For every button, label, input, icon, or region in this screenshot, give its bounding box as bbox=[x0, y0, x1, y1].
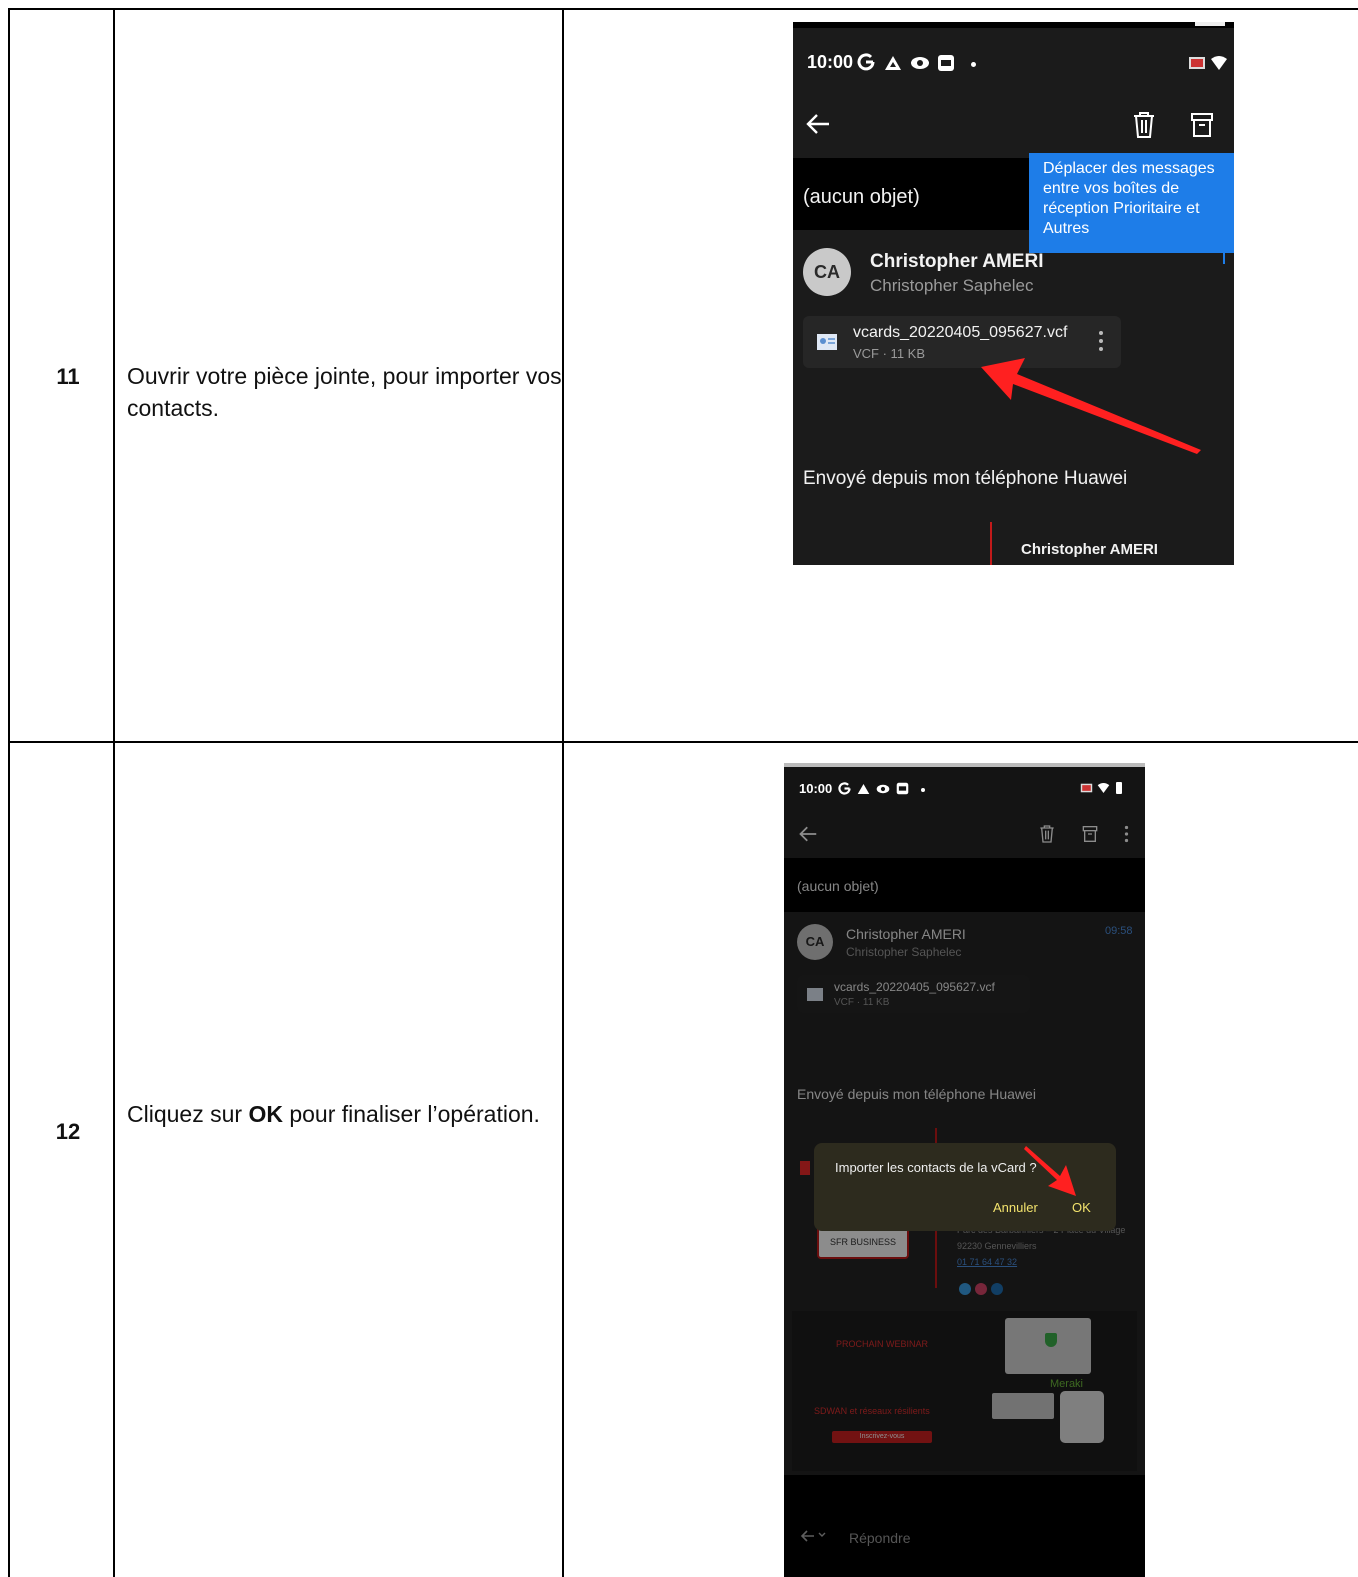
column-divider-2 bbox=[562, 8, 564, 1577]
table-border-top bbox=[8, 8, 1358, 10]
screenshot-email-attachment: 10:00 (aucun objet) Déplacer des message… bbox=[793, 22, 1234, 565]
row-divider bbox=[8, 741, 1358, 743]
screenshot-import-dialog: 10:00 (aucun objet) CA Christopher AMERI… bbox=[784, 763, 1145, 1577]
step-number: 12 bbox=[55, 1119, 81, 1144]
red-pointer-arrow bbox=[784, 763, 1145, 1577]
table-border-left bbox=[8, 8, 10, 1577]
email-body: Envoyé depuis mon téléphone Huawei bbox=[803, 468, 1128, 489]
step-number: 11 bbox=[56, 364, 80, 389]
step-instruction: Cliquez sur OK pour finaliser l’opératio… bbox=[127, 1101, 540, 1127]
signature-divider bbox=[990, 522, 992, 565]
signature-name: Christopher AMERI bbox=[1021, 541, 1158, 558]
step-instruction: Ouvrir votre pièce jointe, pour importer… bbox=[127, 363, 562, 421]
ok-emphasis: OK bbox=[248, 1101, 283, 1127]
column-divider-1 bbox=[113, 8, 115, 1577]
